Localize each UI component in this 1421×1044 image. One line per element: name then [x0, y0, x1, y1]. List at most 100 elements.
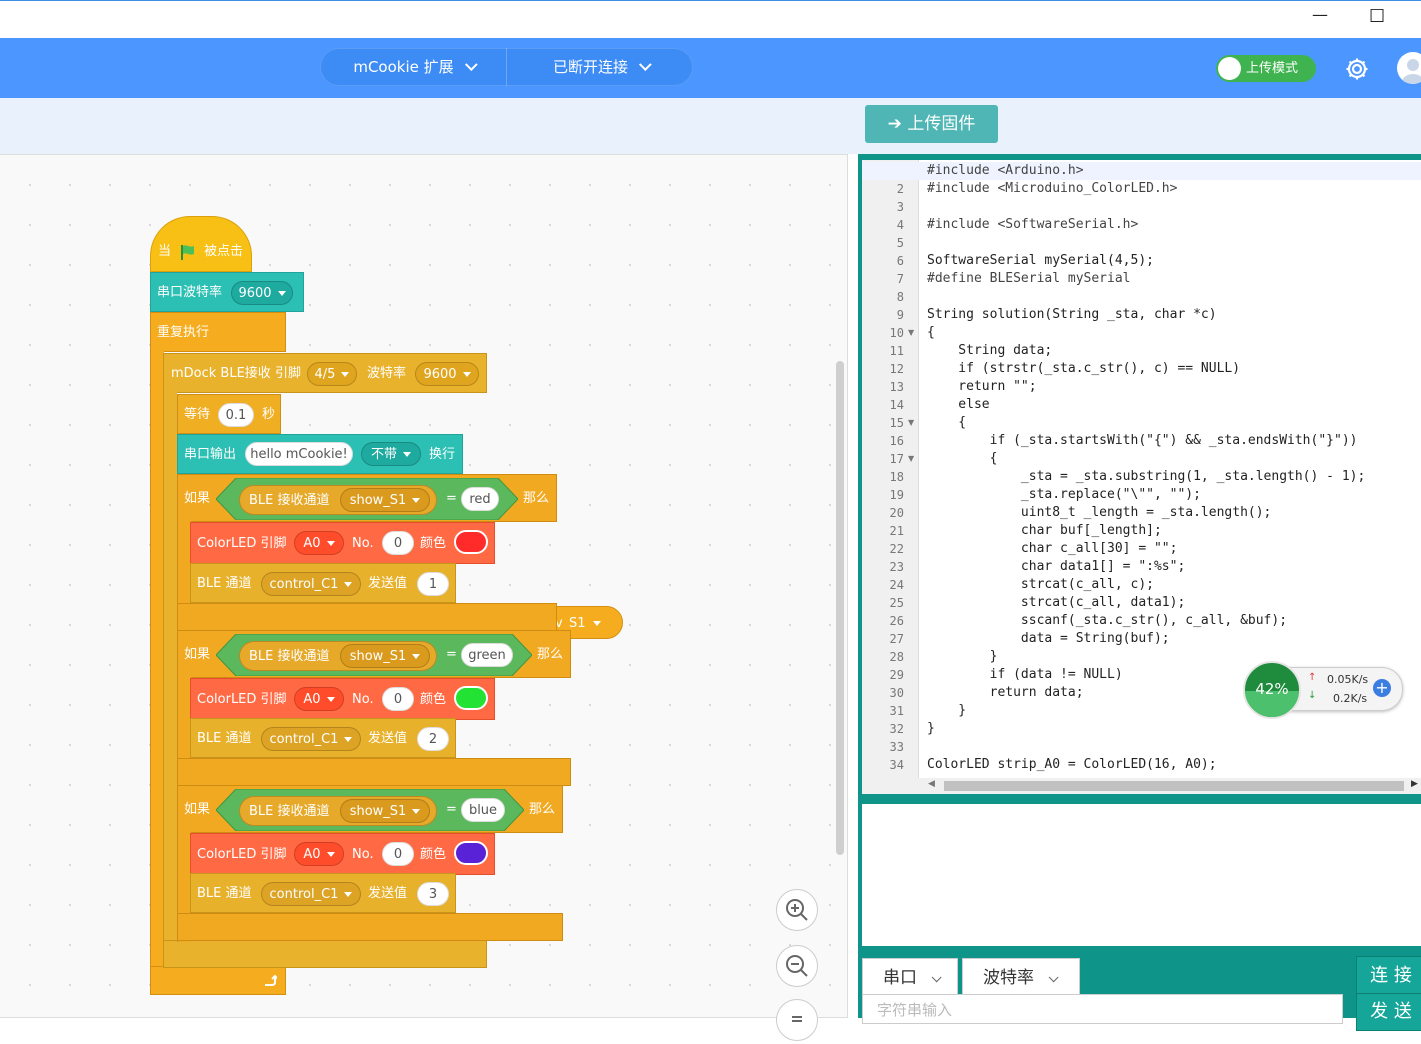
compare-value-input[interactable]: green [461, 643, 513, 667]
led-pin-dropdown[interactable]: A0 [294, 842, 344, 866]
led-index-input[interactable]: 0 [382, 531, 414, 555]
led-pin-dropdown[interactable]: A0 [294, 687, 344, 711]
code-line[interactable]: #include <Microduino_ColorLED.h> [927, 180, 1177, 198]
wait-block[interactable]: 等待 0.1 秒 [177, 394, 281, 434]
code-line[interactable]: } [927, 720, 935, 738]
equals-sign: = [446, 647, 457, 662]
code-line[interactable]: { [927, 450, 998, 468]
code-line[interactable]: strcat(c_all, data1); [927, 594, 1185, 612]
code-line[interactable]: if (_sta.startsWith("{") && _sta.endsWit… [927, 432, 1358, 450]
wait-seconds-input[interactable]: 0.1 [218, 403, 254, 427]
fold-arrow-icon[interactable]: ▼ [908, 454, 914, 463]
if-block-1[interactable]: 如果 BLE 接收通道 show_S1 = red 那么 [177, 474, 557, 522]
code-line[interactable]: else [927, 396, 989, 414]
compare-value-input[interactable]: red [461, 487, 499, 511]
connection-menu[interactable]: 已断开连接 [507, 48, 693, 86]
code-line[interactable]: strcat(c_all, c); [927, 576, 1154, 594]
code-line[interactable]: #include <Arduino.h> [927, 162, 1084, 180]
code-line[interactable]: char data1[] = ":%s"; [927, 558, 1185, 576]
baud-select[interactable]: 波特率 [962, 958, 1080, 998]
upload-mode-toggle[interactable]: 上传模式 [1216, 55, 1316, 82]
avatar[interactable] [1397, 52, 1421, 84]
code-line[interactable]: ColorLED strip_A0 = ColorLED(16, A0); [927, 756, 1217, 774]
code-line[interactable]: _sta = _sta.substring(1, _sta.length() -… [927, 468, 1365, 486]
ble-send-block-1[interactable]: BLE 通道 control_C1 发送值 1 [190, 563, 456, 603]
zoom-in-button[interactable] [776, 889, 818, 931]
send-value-input[interactable]: 2 [417, 727, 449, 751]
code-line[interactable]: data = String(buf); [927, 630, 1170, 648]
code-line[interactable]: } [927, 702, 966, 720]
upload-firmware-button[interactable]: ➔ 上传固件 [865, 105, 998, 143]
if-block-2[interactable]: 如果 BLE 接收通道 show_S1 = green 那么 [177, 630, 571, 678]
led-index-input[interactable]: 0 [382, 687, 414, 711]
maximize-button[interactable]: ☐ [1369, 6, 1385, 27]
send-value-input[interactable]: 3 [417, 882, 449, 906]
connection-menu-label: 已断开连接 [552, 58, 628, 76]
colorled-block-1[interactable]: ColorLED 引脚 A0 No. 0 颜色 [190, 522, 495, 564]
code-line[interactable]: { [927, 324, 935, 342]
serial-output-block[interactable]: 串口输出 hello mCookie! 不带 换行 [177, 434, 463, 474]
colorled-block-2[interactable]: ColorLED 引脚 A0 No. 0 颜色 [190, 678, 495, 720]
zoom-reset-button[interactable] [776, 999, 818, 1041]
when-flag-clicked-block[interactable]: 当 被点击 [150, 216, 252, 272]
string-input[interactable]: 字符串输入 [862, 994, 1343, 1024]
ble-receive-block[interactable]: mDock BLE接收 引脚 4/5 波特率 9600 [163, 353, 487, 393]
fold-arrow-icon[interactable]: ▼ [908, 418, 914, 427]
channel-dropdown[interactable]: show_S1 [340, 488, 430, 512]
code-line[interactable]: uint8_t _length = _sta.length(); [927, 504, 1271, 522]
scroll-thumb[interactable] [944, 781, 1404, 791]
send-channel-dropdown[interactable]: control_C1 [261, 572, 361, 596]
code-line[interactable]: if (strstr(_sta.c_str(), c) == NULL) [927, 360, 1240, 378]
code-line[interactable]: } [927, 648, 998, 666]
serial-baud-block[interactable]: 串口波特率 9600 [150, 272, 304, 312]
send-channel-dropdown[interactable]: control_C1 [261, 882, 361, 906]
if-block-3[interactable]: 如果 BLE 接收通道 show_S1 = blue 那么 [177, 785, 563, 833]
compare-value-input[interactable]: blue [461, 798, 505, 822]
ble-pin-dropdown[interactable]: 4/5 [307, 362, 357, 386]
code-line[interactable]: #include <SoftwareSerial.h> [927, 216, 1138, 234]
code-line[interactable]: char c_all[30] = ""; [927, 540, 1178, 558]
code-line[interactable]: String solution(String _sta, char *c) [927, 306, 1217, 324]
code-line[interactable]: _sta.replace("\"", ""); [927, 486, 1201, 504]
ble-baud-dropdown[interactable]: 9600 [415, 362, 479, 386]
send-channel-dropdown[interactable]: control_C1 [261, 727, 361, 751]
newline-mode-dropdown[interactable]: 不带 [361, 442, 421, 466]
fold-arrow-icon[interactable]: ▼ [908, 328, 914, 337]
repeat-forever-block[interactable]: 重复执行 [150, 312, 286, 352]
colorled-block-3[interactable]: ColorLED 引脚 A0 No. 0 颜色 [190, 833, 495, 875]
zoom-out-button[interactable] [776, 945, 818, 987]
serial-baud-dropdown[interactable]: 9600 [231, 281, 293, 305]
port-select[interactable]: 串口 [862, 958, 958, 998]
scroll-right-arrow-icon[interactable]: ▶ [1411, 779, 1418, 789]
color-swatch-blue[interactable] [454, 841, 488, 865]
scroll-left-arrow-icon[interactable]: ◀ [928, 779, 935, 789]
gear-icon[interactable] [1344, 56, 1370, 82]
code-line[interactable]: #define BLESerial mySerial [927, 270, 1131, 288]
workspace-scrollbar[interactable] [836, 361, 844, 855]
led-index-input[interactable]: 0 [382, 842, 414, 866]
code-line[interactable]: String data; [927, 342, 1052, 360]
code-line[interactable]: return data; [927, 684, 1084, 702]
ble-send-block-2[interactable]: BLE 通道 control_C1 发送值 2 [190, 718, 456, 758]
network-speed-widget[interactable]: 42% ↑ 0.05K/s ↓ 0.2K/s + [1243, 661, 1403, 719]
ble-send-block-3[interactable]: BLE 通道 control_C1 发送值 3 [190, 873, 456, 913]
send-button[interactable]: 发 送 [1356, 993, 1421, 1031]
code-line[interactable]: { [927, 414, 966, 432]
code-line[interactable]: SoftwareSerial mySerial(4,5); [927, 252, 1154, 270]
color-swatch-red[interactable] [454, 530, 488, 554]
horizontal-scrollbar[interactable]: ◀ ▶ [862, 778, 1421, 794]
expand-plus-icon[interactable]: + [1373, 679, 1391, 697]
send-value-input[interactable]: 1 [417, 572, 449, 596]
code-line[interactable]: return ""; [927, 378, 1036, 396]
code-line[interactable]: sscanf(_sta.c_str(), c_all, &buf); [927, 612, 1287, 630]
extension-menu[interactable]: mCookie 扩展 [320, 48, 506, 86]
led-pin-dropdown[interactable]: A0 [294, 531, 344, 555]
channel-dropdown[interactable]: show_S1 [340, 799, 430, 823]
channel-dropdown[interactable]: show_S1 [340, 644, 430, 668]
serial-output-text-input[interactable]: hello mCookie! [245, 442, 353, 466]
connect-button[interactable]: 连 接 [1356, 956, 1421, 994]
color-swatch-green[interactable] [454, 686, 488, 710]
code-line[interactable]: char buf[_length]; [927, 522, 1162, 540]
code-line[interactable]: if (data != NULL) [927, 666, 1123, 684]
minimize-button[interactable]: — [1312, 5, 1328, 24]
